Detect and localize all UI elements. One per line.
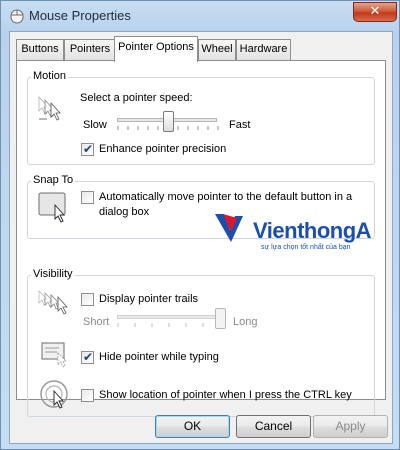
snap-to-icon [38, 192, 66, 223]
trails-length-slider-thumb[interactable] [215, 308, 226, 329]
snap-to-group-title: Snap To [31, 174, 76, 186]
hide-pointer-label: Hide pointer while typing [99, 351, 219, 363]
tab-pointer-options[interactable]: Pointer Options [114, 36, 198, 62]
trails-length-ticks [117, 323, 221, 327]
visibility-group-title: Visibility [31, 268, 75, 280]
title-bar[interactable]: Mouse Properties ✕ [1, 1, 399, 31]
snap-to-checkbox[interactable] [81, 191, 94, 204]
trails-length-track[interactable] [117, 315, 219, 319]
pointer-trails-checkbox[interactable] [81, 293, 94, 306]
checkmark-icon: ✔ [83, 142, 94, 156]
slow-label: Slow [83, 119, 107, 131]
show-location-label: Show location of pointer when I press th… [99, 389, 352, 401]
long-label: Long [233, 316, 258, 328]
enhance-precision-label: Enhance pointer precision [99, 143, 227, 155]
enhance-precision-checkbox[interactable]: ✔ [81, 142, 94, 156]
ok-button[interactable]: OK [155, 415, 230, 438]
pointer-trails-icon [38, 290, 68, 315]
mouse-properties-window: Mouse Properties ✕ Buttons Pointers Poin… [0, 0, 400, 450]
hide-pointer-icon [41, 342, 67, 368]
mouse-icon [10, 9, 24, 24]
pointer-trails-label: Display pointer trails [99, 293, 199, 305]
pointer-location-icon [40, 380, 68, 409]
hide-pointer-checkbox[interactable]: ✔ [81, 350, 94, 364]
short-label: Short [83, 316, 110, 328]
snap-to-label-line1: Automatically move pointer to the defaul… [99, 191, 353, 203]
tab-buttons[interactable]: Buttons [16, 39, 64, 60]
window-title: Mouse Properties [29, 8, 131, 23]
motion-group-title: Motion [31, 70, 69, 82]
vienthonga-watermark: VienthongA sự lựa chọn tốt nhất của bạn [213, 210, 393, 255]
tab-hardware[interactable]: Hardware [236, 39, 291, 60]
pointer-speed-slider-thumb[interactable] [163, 111, 174, 132]
tab-wheel[interactable]: Wheel [198, 39, 236, 60]
pointer-speed-icon [38, 95, 61, 121]
close-button[interactable]: ✕ [353, 2, 397, 22]
cancel-button[interactable]: Cancel [236, 415, 311, 438]
show-location-checkbox[interactable] [81, 389, 94, 402]
watermark-brand: VienthongA [253, 218, 372, 243]
fast-label: Fast [229, 119, 251, 131]
vienthonga-logo-icon [215, 214, 243, 242]
checkmark-icon: ✔ [83, 350, 94, 364]
snap-to-label-line2: dialog box [99, 206, 150, 218]
tab-pointers[interactable]: Pointers [64, 39, 116, 60]
apply-button[interactable]: Apply [313, 415, 388, 438]
pointer-speed-label: Select a pointer speed: [80, 92, 193, 104]
watermark-tagline: sự lựa chọn tốt nhất của bạn [261, 244, 351, 251]
